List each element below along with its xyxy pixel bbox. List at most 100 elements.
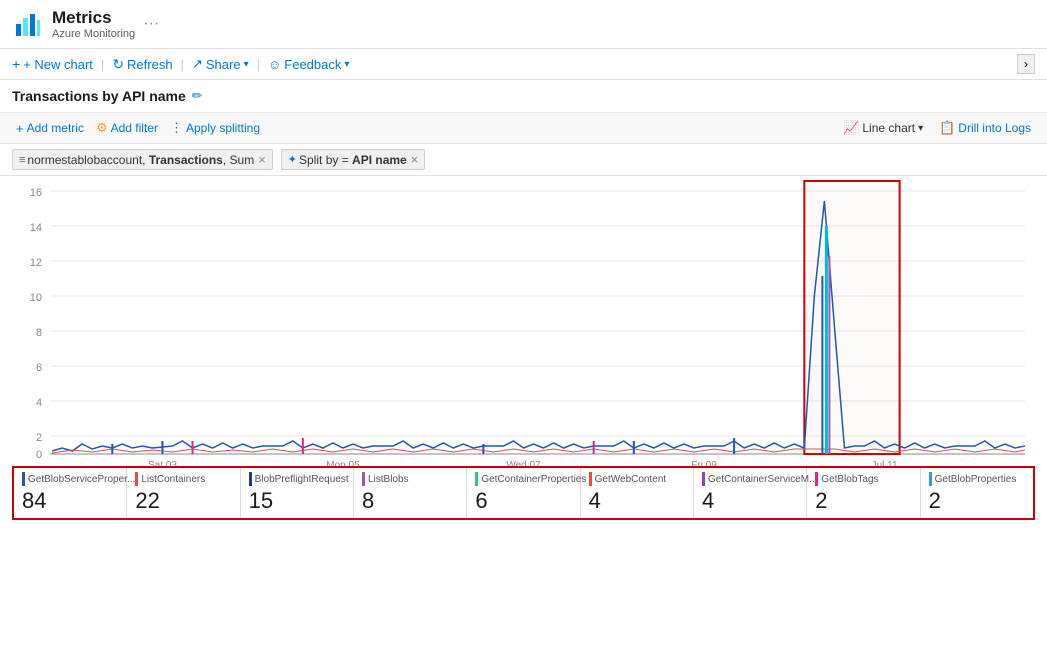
svg-text:8: 8: [36, 327, 42, 339]
edit-icon[interactable]: ✏: [192, 88, 203, 104]
legend-value-3: 8: [362, 488, 458, 514]
tag2-icon: ✦: [288, 153, 297, 166]
tag2-text: Split by = API name: [299, 153, 407, 167]
toolbar-sep2: |: [181, 57, 184, 72]
svg-text:Fri 09: Fri 09: [691, 460, 717, 466]
legend-label-8: GetBlobProperties: [929, 472, 1025, 486]
refresh-icon: ↻: [112, 56, 124, 73]
tag2-close-icon[interactable]: ×: [411, 152, 419, 167]
legend-value-4: 6: [475, 488, 571, 514]
legend-item-1: ListContainers 22: [127, 468, 240, 518]
feedback-chevron-icon: ▾: [344, 59, 349, 70]
line-chart-label: Line chart: [862, 121, 915, 135]
svg-text:12: 12: [30, 257, 42, 269]
legend-color-5: [589, 472, 592, 486]
svg-text:Sat 03: Sat 03: [148, 460, 177, 466]
legend-label-3: ListBlobs: [362, 472, 458, 486]
app-title-group: Metrics Azure Monitoring: [52, 8, 135, 40]
toolbar-sep1: |: [101, 57, 104, 72]
apply-splitting-button[interactable]: ⋮ Apply splitting: [166, 118, 264, 138]
legend-item-4: GetContainerProperties 6: [467, 468, 580, 518]
legend-value-2: 15: [249, 488, 345, 514]
legend-label-0: GetBlobServiceProper...: [22, 472, 118, 486]
legend-label-6: GetContainerServiceM...: [702, 472, 798, 486]
apply-splitting-icon: ⋮: [170, 120, 183, 136]
svg-text:14: 14: [30, 222, 42, 234]
refresh-button[interactable]: ↻ Refresh: [112, 56, 172, 73]
add-metric-button[interactable]: + Add metric: [12, 119, 88, 138]
legend-label-5: GetWebContent: [589, 472, 685, 486]
legend-label-1: ListContainers: [135, 472, 231, 486]
legend-value-1: 22: [135, 488, 231, 514]
legend-label-7: GetBlobTags: [815, 472, 911, 486]
legend-item-6: GetContainerServiceM... 4: [694, 468, 807, 518]
new-chart-plus-icon: +: [12, 56, 20, 72]
legend-item-0: GetBlobServiceProper... 84: [14, 468, 127, 518]
legend-label-4: GetContainerProperties: [475, 472, 571, 486]
chart-title-bar: Transactions by API name ✏: [0, 80, 1047, 113]
line-chart-chevron-icon: ▾: [918, 123, 923, 134]
add-filter-label: Add filter: [111, 121, 158, 135]
new-chart-button[interactable]: + + New chart: [12, 56, 93, 72]
legend-label-2: BlobPreflightRequest: [249, 472, 345, 486]
app-title: Metrics: [52, 8, 135, 28]
add-metric-label: Add metric: [27, 121, 84, 135]
feedback-icon: ☺: [268, 57, 281, 72]
app-logo: [12, 8, 44, 40]
share-button[interactable]: ↗ Share ▾: [192, 56, 249, 72]
header: Metrics Azure Monitoring ···: [0, 0, 1047, 49]
legend-value-0: 84: [22, 488, 118, 514]
drill-label: Drill into Logs: [958, 121, 1031, 135]
refresh-label: Refresh: [127, 57, 173, 72]
legend-value-6: 4: [702, 488, 798, 514]
legend-color-7: [815, 472, 818, 486]
toolbar-sep3: |: [257, 57, 260, 72]
tag1-close-icon[interactable]: ×: [258, 152, 266, 167]
tag1-text: normestablobaccount, Transactions, Sum: [27, 153, 254, 167]
legend-value-5: 4: [589, 488, 685, 514]
main-toolbar: + + New chart | ↻ Refresh | ↗ Share ▾ | …: [0, 49, 1047, 80]
svg-text:4: 4: [36, 397, 42, 409]
chart-title: Transactions by API name: [12, 88, 186, 104]
svg-text:2: 2: [36, 432, 42, 444]
legend-color-1: [135, 472, 138, 486]
chart-svg: 16 14 12 10 8 6 4 2 0 Sat 03 Mon 05 Wed …: [12, 176, 1035, 466]
metric-toolbar: + Add metric ⚙ Add filter ⋮ Apply splitt…: [0, 113, 1047, 144]
share-label: Share: [206, 57, 241, 72]
legend-color-3: [362, 472, 365, 486]
legend-color-8: [929, 472, 932, 486]
add-filter-icon: ⚙: [96, 120, 108, 136]
legend-value-7: 2: [815, 488, 911, 514]
scroll-right-button[interactable]: ›: [1017, 54, 1035, 74]
legend-color-4: [475, 472, 478, 486]
add-filter-button[interactable]: ⚙ Add filter: [92, 118, 162, 138]
drill-into-logs-button[interactable]: 📋 Drill into Logs: [935, 118, 1035, 138]
drill-icon: 📋: [939, 120, 955, 136]
legend-color-2: [249, 472, 252, 486]
svg-text:10: 10: [30, 292, 42, 304]
new-chart-label: + New chart: [23, 57, 93, 72]
metric-toolbar-right: 📈 Line chart ▾ 📋 Drill into Logs: [839, 118, 1035, 138]
feedback-button[interactable]: ☺ Feedback ▾: [268, 57, 349, 72]
line-chart-button[interactable]: 📈 Line chart ▾: [839, 118, 927, 138]
svg-text:Wed 07: Wed 07: [506, 460, 541, 466]
tag-pill-2: ✦ Split by = API name ×: [281, 149, 426, 170]
line-chart-icon: 📈: [843, 120, 859, 136]
legend-color-0: [22, 472, 25, 486]
apply-splitting-label: Apply splitting: [186, 121, 260, 135]
tag1-icon: ≡: [19, 154, 25, 166]
add-metric-icon: +: [16, 121, 24, 136]
tags-row: ≡ normestablobaccount, Transactions, Sum…: [0, 144, 1047, 176]
svg-text:0: 0: [36, 449, 42, 461]
legend-item-3: ListBlobs 8: [354, 468, 467, 518]
header-dots[interactable]: ···: [143, 15, 159, 33]
legend-area: GetBlobServiceProper... 84 ListContainer…: [12, 466, 1035, 520]
legend-value-8: 2: [929, 488, 1025, 514]
svg-text:6: 6: [36, 362, 42, 374]
legend-item-5: GetWebContent 4: [581, 468, 694, 518]
legend-item-7: GetBlobTags 2: [807, 468, 920, 518]
metric-toolbar-left: + Add metric ⚙ Add filter ⋮ Apply splitt…: [12, 118, 839, 138]
svg-text:Mon 05: Mon 05: [326, 460, 360, 466]
feedback-label: Feedback: [284, 57, 341, 72]
app-subtitle: Azure Monitoring: [52, 28, 135, 40]
